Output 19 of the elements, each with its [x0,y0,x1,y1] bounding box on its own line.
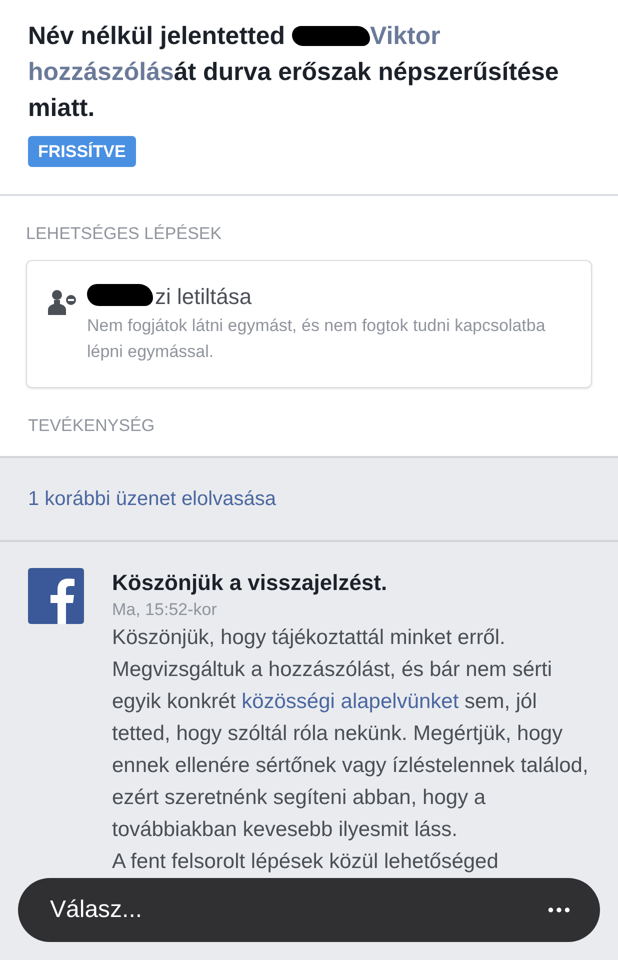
message-time: Ma, 15:52-kor [112,599,218,621]
reply-field[interactable]: Válasz... [18,878,600,942]
report-heading: Név nélkül jelentetted Viktor hozzászólását durva erőszak népszerűsítése miatt. [28,21,560,124]
block-person-icon [47,287,77,317]
section-label: TEVÉKENYSÉG [28,416,156,436]
message-text: Köszönjük, hogy tájékoztattál minket erről. Megvizsgáltuk a hozzászólást, és bár nem sérti egyik konkrét közösségi alapelvünket sem, jól tetted, hogy szóltál róla nekünk. Megértjük, hogy ennek ellenére sértőnek vagy ízléstelennek találod, ezért szeretnénk segíteni abban, hogy a továbbiakban kevesebb ilyesmit láss. [112,625,590,843]
link[interactable]: Viktor [370,22,440,50]
more-options-icon[interactable] [548,907,570,913]
status-badge: FRISSÍTVE [28,136,136,167]
action-title: zi letiltása [155,284,252,309]
link[interactable]: hozzászólás [28,58,174,86]
facebook-logo-icon [28,568,84,624]
message-title: Köszönjük a visszajelzést. [112,569,388,597]
message-text: A fent felsorolt lépések közül lehetőséged [112,849,500,875]
action-card[interactable]: zi letiltása Nem fogjátok látni egymást, és nem fogtok tudni kapcsolatba lépni egymással. [26,260,592,388]
link[interactable]: közösségi alapelvünket [242,690,459,713]
action-description: Nem fogjátok látni egymást, és nem fogtok tudni kapcsolatba lépni egymással. [87,315,546,363]
section-label: LEHETSÉGES LÉPÉSEK [26,224,223,244]
earlier-messages-link[interactable]: 1 korábbi üzenet elolvasása [28,488,276,510]
